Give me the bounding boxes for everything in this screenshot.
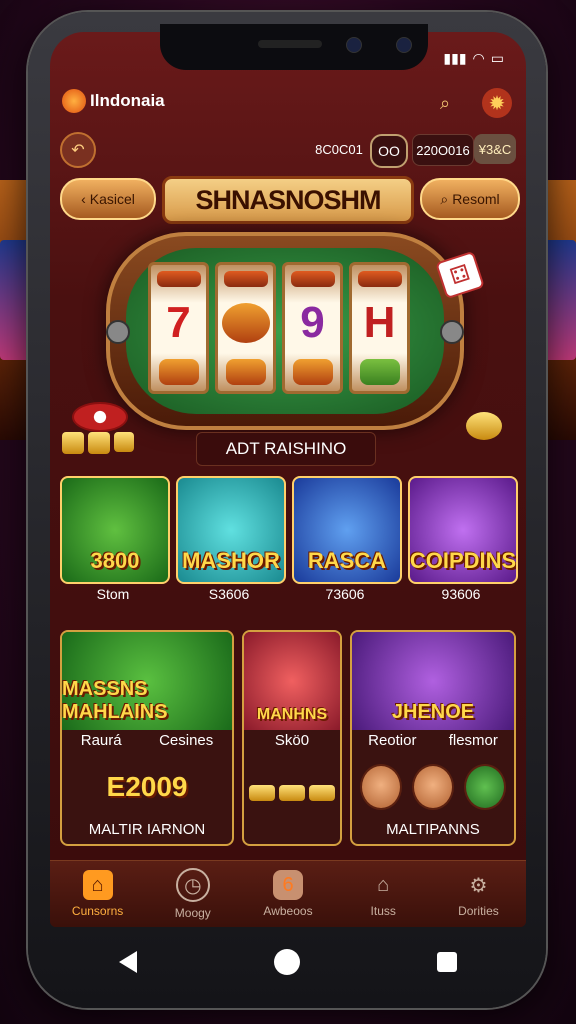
jackpot-text: E2009	[106, 771, 188, 802]
gold-coins-icon	[466, 412, 502, 440]
fruit-icon	[221, 303, 270, 343]
game-label: 93606	[441, 586, 481, 602]
game-meta-left: Skö0	[274, 732, 310, 749]
stat-4[interactable]: ¥3&C	[474, 134, 516, 164]
tab-label: Dorities	[458, 904, 499, 918]
back-button-label: Kasicel	[89, 191, 135, 207]
slot-knob-left	[106, 320, 130, 344]
game-meta: Skö0	[244, 732, 340, 749]
poker-chips-icon	[62, 402, 134, 454]
game-label: MALTIR IARNON	[88, 821, 206, 838]
stat-3: 220O016	[412, 134, 474, 166]
reel-symbol: 7	[166, 298, 191, 347]
game-art: RASCA	[292, 476, 402, 584]
tab-moogy[interactable]: ◷ Moogy	[145, 861, 240, 927]
wifi-icon: ◠	[472, 50, 485, 66]
game-meta: Raurá Cesines	[62, 732, 232, 749]
tab-label: Awbeoos	[263, 904, 313, 918]
home-icon: ⌂	[82, 870, 113, 900]
reel-3: 9	[282, 262, 343, 394]
search-small-icon: ⌕	[440, 190, 449, 207]
app-header: Ilndonaia ⌕ ✹	[50, 80, 526, 126]
tab-label: Ituss	[370, 904, 396, 918]
slot-subtitle: ADT RAISHINO	[196, 432, 376, 466]
game-art: MASSNS MAHLAINS	[62, 632, 232, 730]
game-label: 73606	[325, 586, 365, 602]
system-home-icon[interactable]	[273, 949, 300, 975]
back-button[interactable]: ‹ Kasicel	[60, 178, 156, 220]
tab-ituss[interactable]: ⌂ Ituss	[336, 861, 431, 927]
gear-icon[interactable]: ✹	[482, 88, 512, 118]
tab-awbeoos[interactable]: 6 Awbeoos	[240, 861, 335, 927]
system-recents-icon[interactable]	[437, 952, 458, 972]
game-meta-right: Cesines	[159, 732, 214, 749]
tab-label: Cunsorns	[71, 904, 124, 918]
game-art-text: MASHOR	[182, 548, 280, 573]
app-name: Ilndonaia	[90, 91, 165, 110]
app-logo[interactable]: Ilndonaia	[62, 89, 165, 113]
app-screen: ▮▮▮ ◠ ▭ Ilndonaia ⌕ ✹ ↶ 8C0C01 OO 220O01…	[50, 32, 526, 927]
game-meta-left: Raurá	[80, 732, 122, 749]
reel-symbol: H	[363, 298, 396, 347]
game-art-text: JHENOE	[391, 701, 475, 723]
stat-1: 8C0C01	[315, 141, 363, 157]
game-art-text: COIPDINS	[409, 548, 517, 573]
games-row-2: MASSNS MAHLAINS Raurá Cesines E2009 MALT…	[60, 630, 516, 846]
game-card[interactable]: JHENOE Reotior flesmor MALTIPANNS	[350, 630, 516, 846]
game-art: JHENOE	[352, 632, 514, 730]
balance-bar: ↶ 8C0C01 OO 220O016 ¥3&C	[50, 130, 526, 170]
game-meta-right: flesmor	[448, 732, 498, 749]
game-art: COIPDINS	[408, 476, 518, 584]
forward-button-label: Resoml	[452, 191, 500, 207]
game-label: S3606	[208, 586, 250, 602]
game-art-text: 3800	[90, 548, 140, 573]
game-art-text: RASCA	[307, 548, 387, 573]
status-bar: ▮▮▮ ◠ ▭	[443, 50, 504, 67]
tab-dorities[interactable]: ⚙ Dorities	[431, 861, 526, 927]
jackpot-art: E2009	[62, 756, 232, 818]
game-art-text: MASSNS MAHLAINS	[62, 678, 168, 723]
slot-knob-right	[440, 320, 464, 344]
roulette-icon	[464, 764, 506, 810]
house-icon: ⌂	[377, 873, 390, 896]
bottom-tab-bar: ⌂ Cunsorns ◷ Moogy 6 Awbeoos ⌂ Ituss ⚙ D…	[50, 860, 526, 927]
game-art: MANHNS	[244, 632, 340, 730]
search-icon[interactable]: ⌕	[430, 88, 460, 118]
gold-bars-icon	[244, 762, 340, 824]
reel-4: H	[349, 262, 410, 394]
tab-cunsorns[interactable]: ⌂ Cunsorns	[50, 861, 145, 927]
character-art	[352, 756, 514, 818]
games-row-1: 3800 Stom MASHOR S3606 RASCA 73606 COIPD…	[60, 476, 518, 608]
game-card[interactable]: MANHNS Skö0	[242, 630, 342, 846]
logo-icon	[62, 89, 86, 113]
game-meta: Reotior flesmor	[352, 732, 514, 749]
back-icon[interactable]: ↶	[60, 132, 96, 168]
game-card[interactable]: MASSNS MAHLAINS Raurá Cesines E2009 MALT…	[60, 630, 234, 846]
arrow-left-icon: ‹	[81, 191, 86, 207]
slot-reels: 7 9 H	[148, 262, 410, 394]
game-art: MASHOR	[176, 476, 286, 584]
game-art-text: MANHNS	[256, 706, 328, 723]
reel-symbol: 9	[300, 298, 325, 347]
game-label: Stom	[96, 586, 130, 602]
clock-icon: ◷	[175, 868, 210, 902]
forward-button[interactable]: ⌕ Resoml	[420, 178, 520, 220]
battery-icon: ▭	[490, 50, 504, 66]
reel-2	[215, 262, 276, 394]
badge-icon: 6	[273, 870, 303, 900]
signal-icon: ▮▮▮	[443, 50, 467, 66]
page-title: SHNASNOSHM	[162, 176, 414, 224]
system-navigation-bar	[50, 940, 526, 984]
stat-2[interactable]: OO	[370, 134, 408, 168]
tab-label: Moogy	[174, 906, 211, 920]
phone-notch	[160, 24, 428, 70]
reel-1: 7	[148, 262, 209, 394]
character-icon	[360, 764, 402, 810]
game-label: MALTIPANNS	[386, 821, 480, 838]
system-back-icon[interactable]	[118, 951, 137, 973]
character-icon	[412, 764, 454, 810]
game-meta-left: Reotior	[368, 732, 417, 749]
game-art: 3800	[60, 476, 170, 584]
settings-icon: ⚙	[469, 874, 488, 897]
